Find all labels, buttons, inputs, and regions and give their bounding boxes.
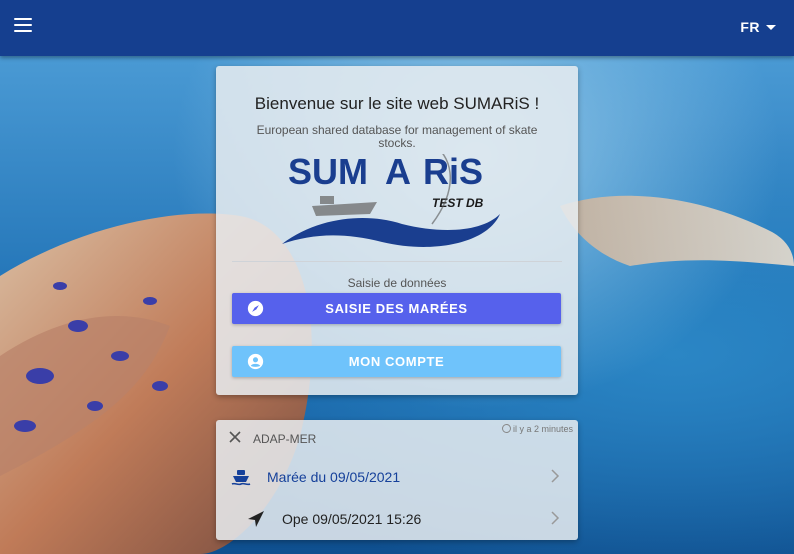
welcome-subtitle: European shared database for management … [256, 123, 538, 150]
logo-text-mid: A [385, 154, 411, 192]
top-toolbar: FR [0, 0, 794, 56]
timestamp-label: il y a 2 minutes [512, 424, 573, 434]
logo-text-left: SUM [288, 154, 368, 192]
chevron-right-icon [551, 511, 560, 525]
chevron-right-icon [551, 469, 560, 483]
boat-icon [231, 470, 251, 486]
saisie-marees-label: SAISIE DES MARÉES [325, 301, 468, 316]
close-icon[interactable] [228, 430, 242, 444]
caret-down-icon [766, 25, 776, 30]
welcome-title: Bienvenue sur le site web SUMARiS ! [254, 94, 540, 113]
logo-boat-icon [312, 202, 377, 216]
welcome-card: Bienvenue sur le site web SUMARiS ! Euro… [216, 66, 578, 395]
list-item-maree[interactable]: Marée du 09/05/2021 [216, 457, 578, 497]
recent-activity-card: ADAP-MER il y a 2 minutes Marée du 09/05… [216, 420, 578, 540]
hamburger-menu-icon[interactable] [14, 18, 32, 36]
language-selector[interactable]: FR [740, 19, 776, 35]
section-label: Saisie de données [347, 276, 447, 290]
sumaris-logo: SUM A RiS TEST DB [282, 154, 500, 247]
list-item-label: Ope 09/05/2021 15:26 [282, 511, 422, 527]
saisie-marees-button[interactable]: SAISIE DES MARÉES [232, 293, 561, 324]
mon-compte-button[interactable]: MON COMPTE [232, 346, 561, 377]
timestamp: il y a 2 minutes [501, 424, 573, 434]
logo-text-right: RiS [423, 154, 483, 192]
logo-tag: TEST DB [432, 196, 484, 210]
language-label: FR [740, 19, 760, 35]
card-title: ADAP-MER [253, 432, 317, 446]
list-item-operation[interactable]: Ope 09/05/2021 15:26 [216, 499, 578, 539]
navigate-icon [248, 511, 264, 527]
divider [232, 261, 562, 262]
clock-icon [501, 424, 511, 433]
mon-compte-label: MON COMPTE [348, 354, 445, 369]
list-item-label: Marée du 09/05/2021 [267, 469, 401, 485]
